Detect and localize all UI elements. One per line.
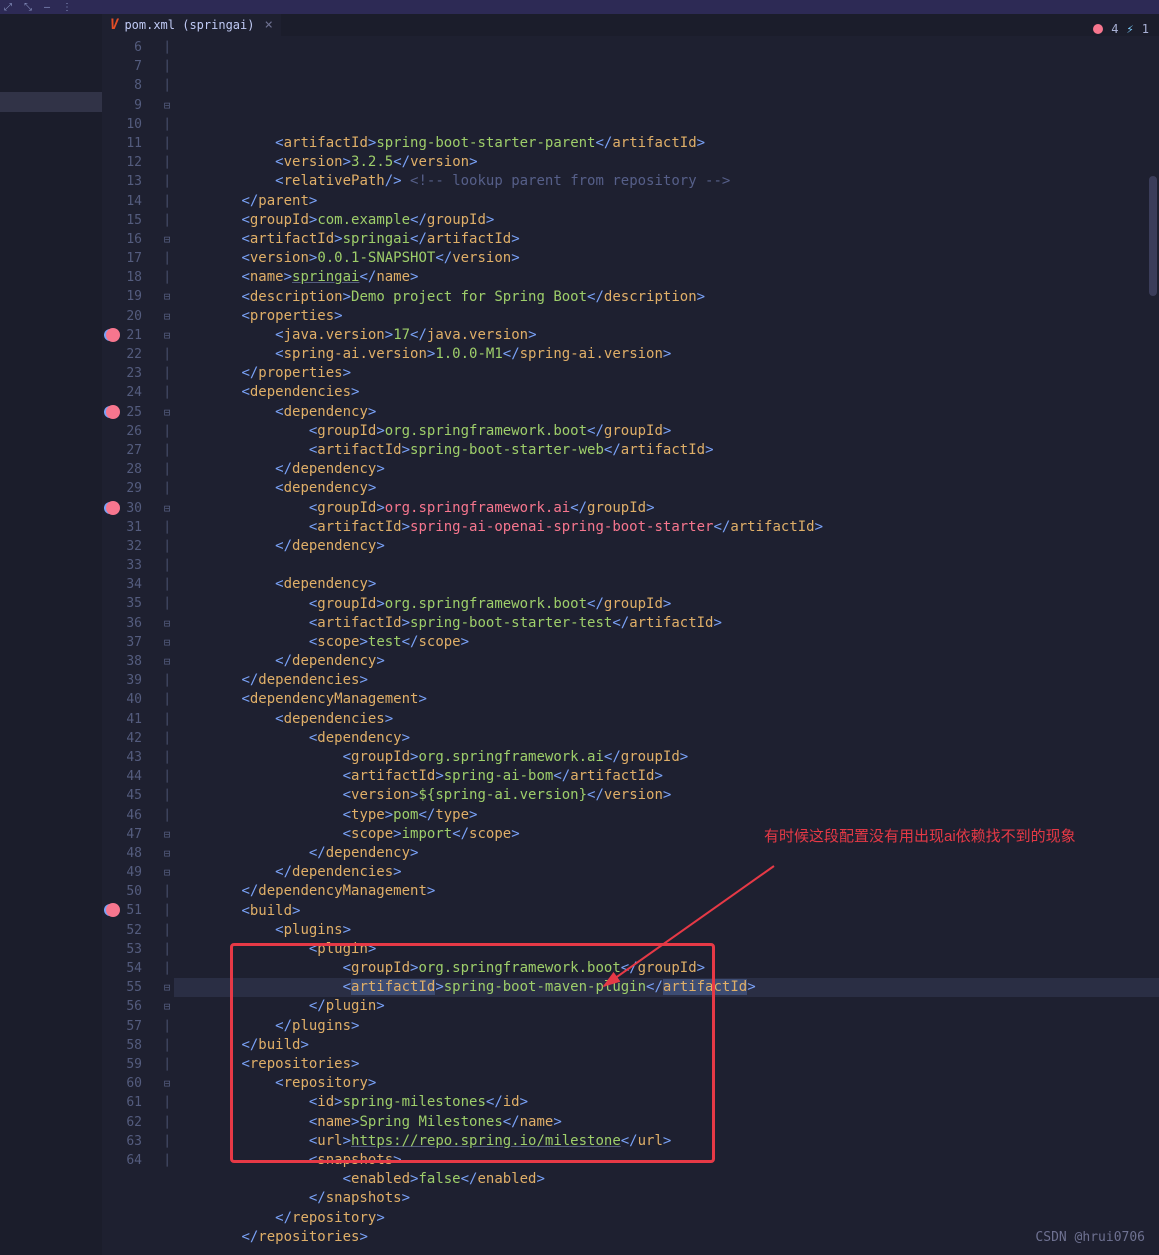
annotation-text: 有时候这段配置没有用出现ai依赖找不到的现象 [764,826,1084,847]
editor-area: V pom.xml (springai) × 4 ⚡ 1 67891011121… [102,14,1159,1255]
close-icon[interactable]: × [264,17,272,33]
error-count: 4 [1111,22,1118,36]
fold-gutter[interactable]: │││⊟││││││⊟││⊟⊟⊟│││⊟││││⊟│││││⊟⊟⊟│││││││… [160,36,174,1255]
tab-pom-xml[interactable]: V pom.xml (springai) × [102,14,281,36]
window-titlebar: ⤢ ⤡ — ⋮ [0,0,1159,14]
sidebar-active-item[interactable] [0,92,102,112]
editor-tabbar: V pom.xml (springai) × [102,14,1159,36]
tab-label: pom.xml (springai) [124,18,254,32]
error-indicator-icon [1093,24,1103,34]
maven-file-icon: V [110,17,118,33]
editor-status-indicators[interactable]: 4 ⚡ 1 [1093,22,1149,36]
watermark: CSDN @hrui0706 [1035,1230,1145,1245]
code-area[interactable]: 6789101112131415161718192021222324252627… [102,36,1159,1255]
line-number-gutter[interactable]: 6789101112131415161718192021222324252627… [102,36,160,1255]
action-indicator-icon: ⚡ [1127,22,1134,36]
collapse-icon[interactable]: ⤡ [24,2,32,13]
project-sidebar[interactable] [0,14,102,1255]
scrollbar-thumb[interactable] [1149,176,1157,296]
minimize-icon[interactable]: — [44,2,50,13]
code-content[interactable]: 有时候这段配置没有用出现ai依赖找不到的现象 <artifactId>sprin… [174,36,1159,1255]
expand-icon[interactable]: ⤢ [4,2,12,13]
warn-count: 1 [1142,22,1149,36]
more-icon[interactable]: ⋮ [62,2,72,13]
